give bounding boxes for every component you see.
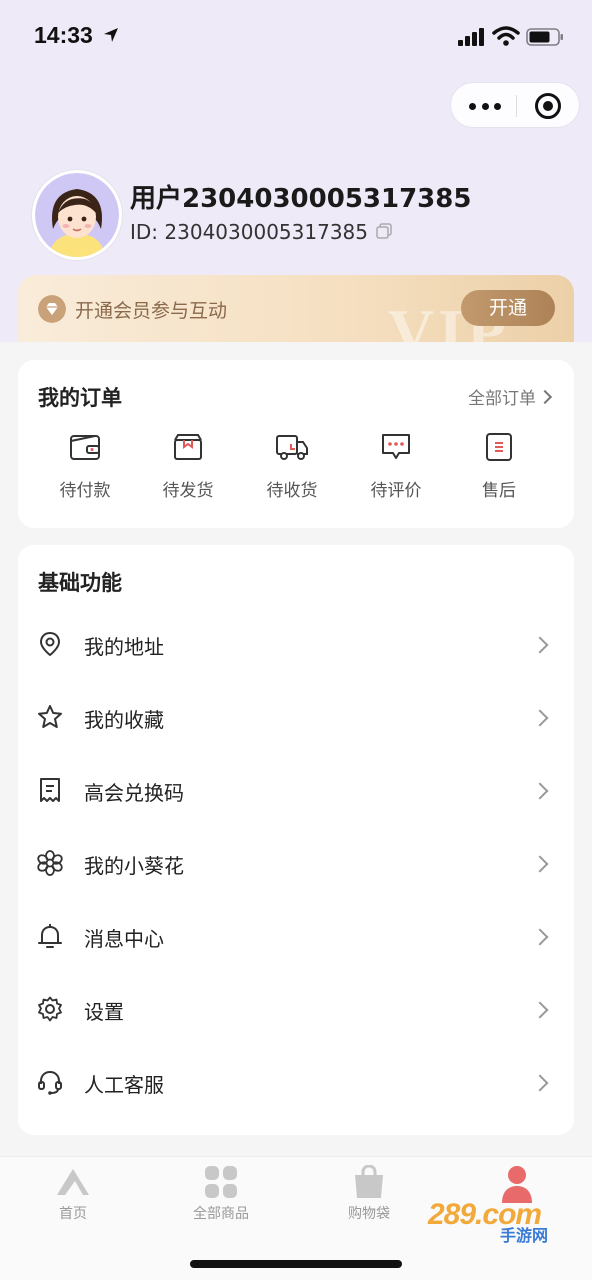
menu-item-settings[interactable]: 设置: [18, 974, 574, 1047]
my-orders-card: 我的订单 全部订单 待付款 待发货 待收货 待评价 售后: [18, 360, 574, 528]
tab-all-products[interactable]: 全部商品: [166, 1165, 276, 1223]
avatar-illustration: [35, 173, 119, 257]
menu-item-customer-service[interactable]: 人工客服: [18, 1047, 574, 1120]
diamond-icon: [38, 295, 66, 323]
tab-label: 首页: [59, 1206, 87, 1222]
user-id: ID: 2304030005317385: [130, 220, 368, 244]
home-indicator[interactable]: [190, 1260, 402, 1268]
order-item-label: 待评价: [370, 481, 422, 501]
menu-item-label: 我的地址: [84, 635, 164, 659]
order-item-label: 待发货: [162, 481, 214, 501]
bag-icon: [355, 1165, 383, 1198]
order-pending-review[interactable]: 待评价: [351, 432, 441, 501]
tab-label: 购物袋: [348, 1206, 390, 1222]
chevron-right-icon: [531, 1001, 549, 1019]
chevron-right-icon: [531, 709, 549, 727]
order-pending-receipt[interactable]: 待收货: [247, 432, 337, 501]
menu-item-favorites[interactable]: 我的收藏: [18, 682, 574, 755]
vip-promo-text: 开通会员参与互动: [75, 300, 228, 322]
basic-functions-card: 基础功能 我的地址 我的收藏 高会兑换码 我的小葵花 消息中心 设置 人工客服: [18, 545, 574, 1135]
home-mountain-icon: [57, 1169, 89, 1195]
tab-label: 全部商品: [193, 1206, 249, 1222]
headset-icon: [38, 1070, 62, 1095]
functions-title: 基础功能: [38, 571, 122, 595]
flower-icon: [37, 850, 63, 876]
truck-icon: [276, 435, 308, 460]
username: 用户2304030005317385: [130, 184, 472, 214]
receipt-icon: [40, 778, 60, 802]
menu-item-label: 消息中心: [84, 927, 164, 951]
box-icon: [174, 434, 202, 460]
order-pending-payment[interactable]: 待付款: [40, 432, 130, 501]
menu-item-sunflower[interactable]: 我的小葵花: [18, 828, 574, 901]
gear-icon: [38, 996, 62, 1022]
status-bar: 14:33: [0, 0, 592, 76]
order-item-label: 售后: [482, 481, 516, 501]
site-watermark-subtitle: 手游网: [500, 1226, 549, 1245]
close-miniprogram-button[interactable]: [535, 93, 561, 119]
menu-item-redeem-code[interactable]: 高会兑换码: [18, 755, 574, 828]
menu-item-label: 设置: [84, 1000, 124, 1024]
chevron-right-icon: [531, 928, 549, 946]
order-after-sales[interactable]: 售后: [454, 432, 544, 501]
all-orders-link[interactable]: 全部订单: [468, 384, 553, 409]
chevron-right-icon: [537, 389, 553, 405]
location-icon: [39, 631, 61, 657]
chevron-right-icon: [531, 1074, 549, 1092]
miniprogram-capsule: [450, 82, 580, 128]
chevron-right-icon: [531, 636, 549, 654]
battery-icon: [526, 28, 563, 46]
menu-item-messages[interactable]: 消息中心: [18, 901, 574, 974]
all-orders-label: 全部订单: [468, 389, 536, 409]
menu-item-label: 高会兑换码: [84, 781, 184, 805]
chevron-right-icon: [531, 855, 549, 873]
tab-home[interactable]: 首页: [18, 1165, 128, 1223]
order-pending-shipment[interactable]: 待发货: [143, 432, 233, 501]
wallet-icon: [70, 435, 100, 460]
menu-item-label: 我的收藏: [84, 708, 164, 732]
capsule-divider: [516, 95, 517, 117]
vip-activate-button[interactable]: 开通: [461, 290, 555, 326]
status-time: 14:33: [34, 22, 93, 48]
grid-icon: [205, 1166, 237, 1198]
copy-icon[interactable]: [375, 222, 393, 240]
after-sales-icon: [486, 433, 512, 461]
bell-icon: [38, 924, 62, 948]
menu-item-address[interactable]: 我的地址: [18, 609, 574, 682]
order-item-label: 待收货: [266, 481, 318, 501]
location-arrow-icon: [104, 28, 118, 42]
star-icon: [38, 705, 62, 728]
vip-banner[interactable]: VIP 开通会员参与互动 开通: [18, 275, 574, 342]
orders-title: 我的订单: [38, 386, 122, 410]
tab-shopping-bag[interactable]: 购物袋: [314, 1165, 424, 1223]
comment-icon: [382, 434, 410, 459]
wifi-icon: [492, 26, 520, 46]
menu-item-label: 人工客服: [84, 1073, 164, 1097]
more-options-button[interactable]: [469, 96, 501, 116]
avatar[interactable]: [32, 170, 122, 260]
order-item-label: 待付款: [59, 481, 111, 501]
chevron-right-icon: [531, 782, 549, 800]
menu-item-label: 我的小葵花: [84, 854, 184, 878]
cellular-signal-icon: [458, 28, 484, 46]
